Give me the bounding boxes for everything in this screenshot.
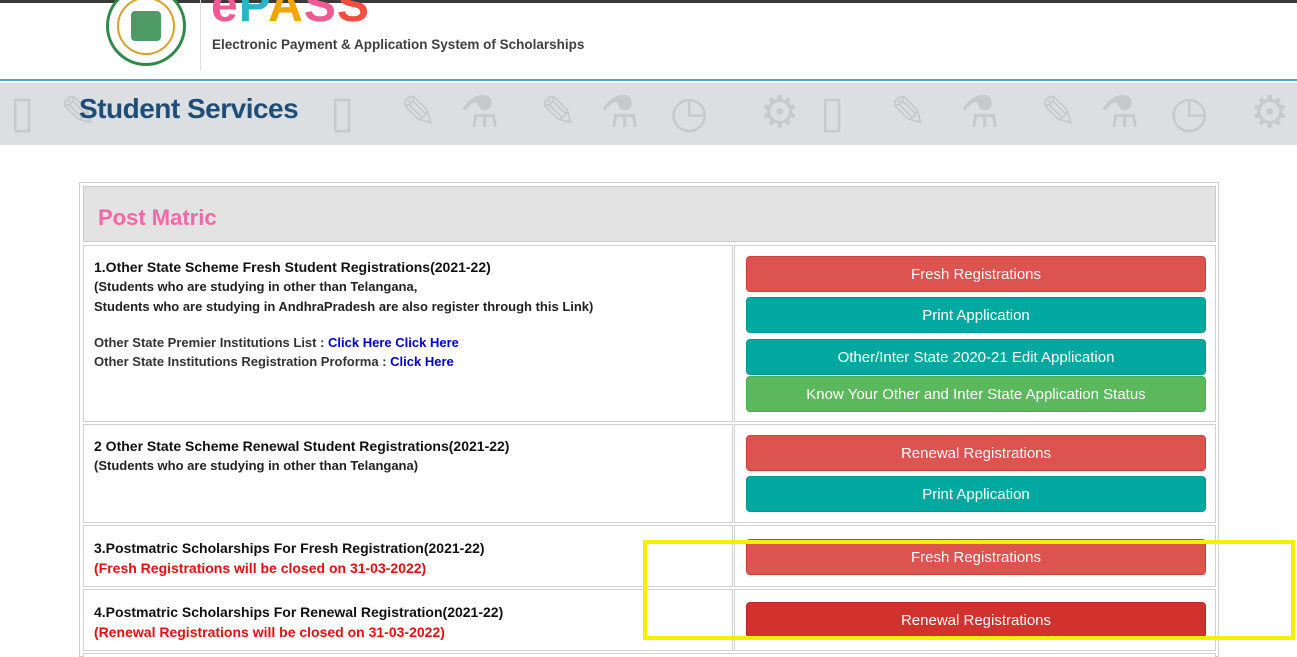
row-3-info: 3.Postmatric Scholarships For Fresh Regi… [83,525,733,587]
proforma-link[interactable]: Click Here [390,354,454,369]
document-icon: ▯ [330,88,355,137]
epass-logo[interactable]: ePASS [211,0,370,33]
row-1-actions: Fresh Registrations Print Application Ot… [734,245,1216,422]
renewal-registrations-button[interactable]: Renewal Registrations [746,435,1206,471]
fresh-registrations-button[interactable]: Fresh Registrations [746,256,1206,292]
row-4-actions: Renewal Registrations [734,589,1216,651]
row-2-note: (Students who are studying in other than… [94,458,419,473]
row-2-heading: 2 Other State Scheme Renewal Student Reg… [94,438,510,454]
clock-icon: ◷ [1170,88,1209,137]
site-subtitle: Electronic Payment & Application System … [212,37,585,52]
premier-link-2[interactable]: Click Here [395,335,459,350]
logo-e: e [211,0,239,32]
logo-s2: S [336,0,370,32]
row-3-heading: 3.Postmatric Scholarships For Fresh Regi… [94,540,485,556]
row-4-info: 4.Postmatric Scholarships For Renewal Re… [83,589,733,651]
gear-icon: ⚙ [760,88,800,137]
emblem-ring [117,0,175,55]
print-application-button-2[interactable]: Print Application [746,476,1206,512]
postmatric-renewal-registrations-button[interactable]: Renewal Registrations [746,602,1206,638]
panel-header: Post Matric [83,186,1216,242]
header-divider [200,0,201,70]
pencil-icon: ✎ [400,88,437,137]
logo-a: A [268,0,304,32]
row-3-notice: (Fresh Registrations will be closed on 3… [94,560,427,576]
logo-s1: S [303,0,337,32]
top-border [0,0,1297,3]
next-row-edge [83,653,1216,657]
document-icon: ▯ [10,88,35,137]
row-1-heading: 1.Other State Scheme Fresh Student Regis… [94,259,491,275]
postmatric-fresh-registrations-button[interactable]: Fresh Registrations [746,539,1206,575]
flask-icon: ⚗ [600,88,640,137]
edit-application-button[interactable]: Other/Inter State 2020-21 Edit Applicati… [746,339,1206,375]
document-icon: ▯ [820,88,845,137]
post-matric-panel: Post Matric 1.Other State Scheme Fresh S… [79,182,1219,657]
row-4-notice: (Renewal Registrations will be closed on… [94,624,445,640]
clock-icon: ◷ [670,88,709,137]
pencil-icon: ✎ [890,88,927,137]
pencil-icon: ✎ [540,88,577,137]
emblem-core [131,11,161,41]
row-2-actions: Renewal Registrations Print Application [734,424,1216,523]
flask-icon: ⚗ [460,88,500,137]
government-emblem-icon [106,0,186,66]
gear-icon: ⚙ [1250,88,1290,137]
panel-title: Post Matric [98,205,217,230]
application-status-button[interactable]: Know Your Other and Inter State Applicat… [746,376,1206,412]
flask-icon: ⚗ [960,88,1000,137]
proforma-line: Other State Institutions Registration Pr… [94,352,593,371]
site-header: ePASS Electronic Payment & Application S… [0,0,1297,81]
row-1-note-2: Students who are studying in AndhraPrade… [94,299,594,314]
proforma-label: Other State Institutions Registration Pr… [94,354,391,369]
logo-p: P [238,0,269,32]
row-3-actions: Fresh Registrations [734,525,1216,587]
row-4-heading: 4.Postmatric Scholarships For Renewal Re… [94,604,504,620]
row-2-info: 2 Other State Scheme Renewal Student Reg… [83,424,733,523]
pencil-icon: ✎ [1040,88,1077,137]
flask-icon: ⚗ [1100,88,1140,137]
premier-institutions-line: Other State Premier Institutions List : … [94,333,593,352]
page-title: Student Services [79,93,299,124]
row-1-info: 1.Other State Scheme Fresh Student Regis… [83,245,733,422]
premier-label: Other State Premier Institutions List : [94,335,329,350]
print-application-button[interactable]: Print Application [746,297,1206,333]
row-1-note-1: (Students who are studying in other than… [94,279,418,294]
premier-link-1[interactable]: Click Here [328,335,392,350]
